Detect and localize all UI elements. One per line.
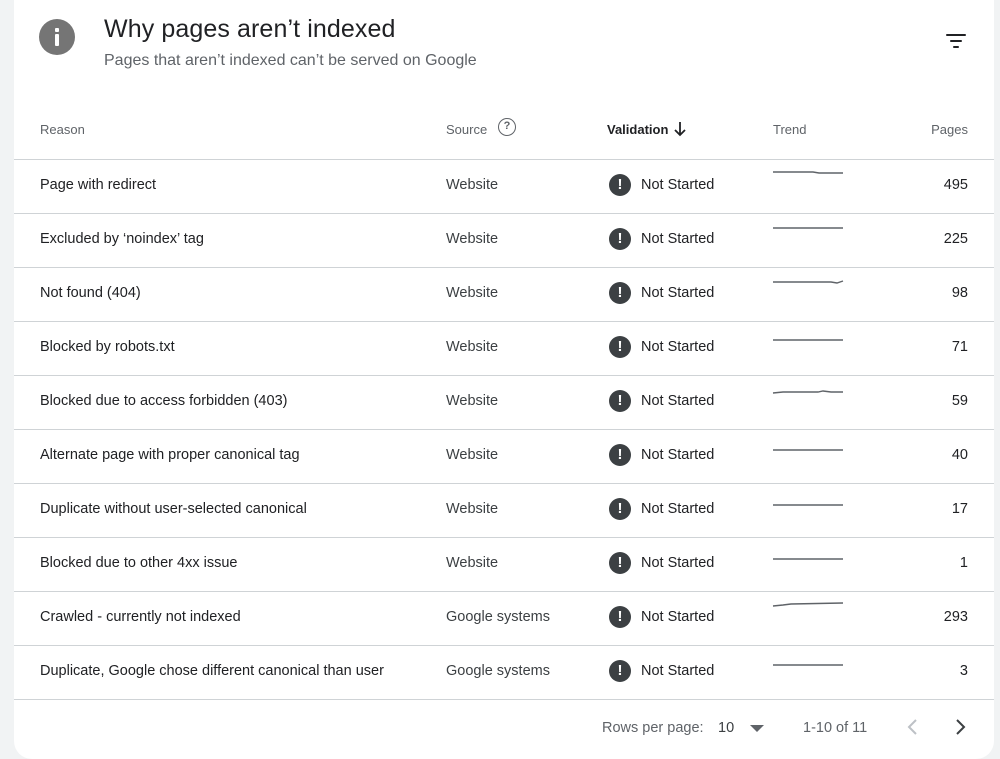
caret-down-icon xyxy=(750,725,764,732)
column-header-validation[interactable]: Validation xyxy=(607,122,668,137)
source-cell: Website xyxy=(446,555,499,571)
pages-cell: 40 xyxy=(951,447,968,463)
table-row[interactable]: Crawled - currently not indexed Google sy… xyxy=(14,592,994,646)
validation-status: Not Started xyxy=(641,177,715,193)
rows-per-page-value: 10 xyxy=(718,720,735,736)
help-icon[interactable]: ? xyxy=(498,118,516,136)
source-cell: Website xyxy=(446,393,499,409)
table-row[interactable]: Blocked due to other 4xx issue Website! No… xyxy=(14,538,994,592)
column-header-trend: Trend xyxy=(773,122,807,137)
rows-per-page-select[interactable]: 10 xyxy=(718,718,768,740)
exclamation-icon: ! xyxy=(609,552,631,574)
reason-cell: Crawled - currently not indexed xyxy=(40,609,241,625)
page-subtitle: Pages that aren’t indexed can’t be serve… xyxy=(104,52,477,69)
validation-status: Not Started xyxy=(641,501,715,517)
table-row[interactable]: Excluded by ‘noindex’ tag Website! Not Sta… xyxy=(14,214,994,268)
table-row[interactable]: Blocked by robots.txt Website! Not Started… xyxy=(14,322,994,376)
column-header-source[interactable]: Source xyxy=(446,122,487,137)
indexing-report-card: Why pages aren’t indexed Pages that aren… xyxy=(14,0,994,759)
source-cell: Website xyxy=(446,501,499,517)
table-row[interactable]: Duplicate without user-selected canonica… xyxy=(14,484,994,538)
exclamation-icon: ! xyxy=(609,606,631,628)
trend-sparkline xyxy=(773,280,844,284)
pages-cell: 71 xyxy=(951,339,968,355)
column-header-reason[interactable]: Reason xyxy=(40,122,85,137)
trend-sparkline xyxy=(772,602,844,607)
trend-sparkline xyxy=(773,558,843,560)
exclamation-icon: ! xyxy=(609,174,631,196)
chevron-left-icon[interactable] xyxy=(902,716,924,738)
pages-cell: 225 xyxy=(943,231,968,247)
reason-cell: Duplicate, Google chose different canoni… xyxy=(40,663,384,679)
source-cell: Website xyxy=(446,339,499,355)
validation-status: Not Started xyxy=(641,663,715,679)
arrow-down-icon[interactable] xyxy=(673,121,687,137)
pages-cell: 1 xyxy=(959,555,968,571)
pages-cell: 98 xyxy=(951,285,968,301)
table-header: Reason Source ? Validation Trend Pages xyxy=(14,110,994,160)
trend-sparkline xyxy=(773,171,843,174)
table-row[interactable]: Alternate page with proper canonical tag… xyxy=(14,430,994,484)
exclamation-icon: ! xyxy=(609,336,631,358)
trend-sparkline xyxy=(773,504,843,506)
exclamation-icon: ! xyxy=(609,228,631,250)
reason-cell: Excluded by ‘noindex’ tag xyxy=(40,231,204,247)
exclamation-icon: ! xyxy=(609,444,631,466)
trend-sparkline xyxy=(773,227,843,229)
table-row[interactable]: Blocked due to access forbidden (403) Web… xyxy=(14,376,994,430)
pagination: Rows per page: 10 1-10 of 11 xyxy=(14,700,994,756)
trend-sparkline xyxy=(773,339,843,341)
exclamation-icon: ! xyxy=(609,390,631,412)
pages-cell: 17 xyxy=(951,501,968,517)
validation-status: Not Started xyxy=(641,447,715,463)
table-row[interactable]: Not found (404) Website! Not Started 98 xyxy=(14,268,994,322)
rows-per-page-label: Rows per page: xyxy=(602,720,704,736)
validation-status: Not Started xyxy=(641,285,715,301)
validation-status: Not Started xyxy=(641,555,715,571)
reason-cell: Alternate page with proper canonical tag xyxy=(40,447,300,463)
pages-cell: 3 xyxy=(959,663,968,679)
reason-cell: Page with redirect xyxy=(40,177,157,193)
reason-cell: Blocked by robots.txt xyxy=(40,339,175,355)
source-cell: Google systems xyxy=(446,609,550,625)
info-icon xyxy=(39,19,75,55)
reason-cell: Not found (404) xyxy=(40,285,141,301)
exclamation-icon: ! xyxy=(609,282,631,304)
validation-status: Not Started xyxy=(641,339,715,355)
reason-cell: Blocked due to other 4xx issue xyxy=(40,555,238,571)
source-cell: Google systems xyxy=(446,663,550,679)
validation-status: Not Started xyxy=(641,393,715,409)
pages-cell: 59 xyxy=(951,393,968,409)
trend-sparkline xyxy=(773,664,843,666)
pages-cell: 495 xyxy=(943,177,968,193)
table-row[interactable]: Page with redirect Website! Not Started 495 xyxy=(14,160,994,214)
pagination-range: 1-10 of 11 xyxy=(803,720,868,736)
exclamation-icon: ! xyxy=(609,660,631,682)
source-cell: Website xyxy=(446,447,499,463)
page-title: Why pages aren’t indexed xyxy=(104,15,396,43)
reason-cell: Duplicate without user-selected canonica… xyxy=(40,501,307,517)
reason-cell: Blocked due to access forbidden (403) xyxy=(40,393,288,409)
source-cell: Website xyxy=(446,285,499,301)
filter-icon[interactable] xyxy=(942,30,970,52)
source-cell: Website xyxy=(446,177,499,193)
table-row[interactable]: Duplicate, Google chose different canoni… xyxy=(14,646,994,700)
validation-status: Not Started xyxy=(641,231,715,247)
column-header-pages[interactable]: Pages xyxy=(931,122,968,137)
source-cell: Website xyxy=(446,231,499,247)
exclamation-icon: ! xyxy=(609,498,631,520)
trend-sparkline xyxy=(772,390,843,394)
trend-sparkline xyxy=(773,449,843,451)
validation-status: Not Started xyxy=(641,609,715,625)
pages-cell: 293 xyxy=(943,609,968,625)
chevron-right-icon[interactable] xyxy=(949,716,971,738)
